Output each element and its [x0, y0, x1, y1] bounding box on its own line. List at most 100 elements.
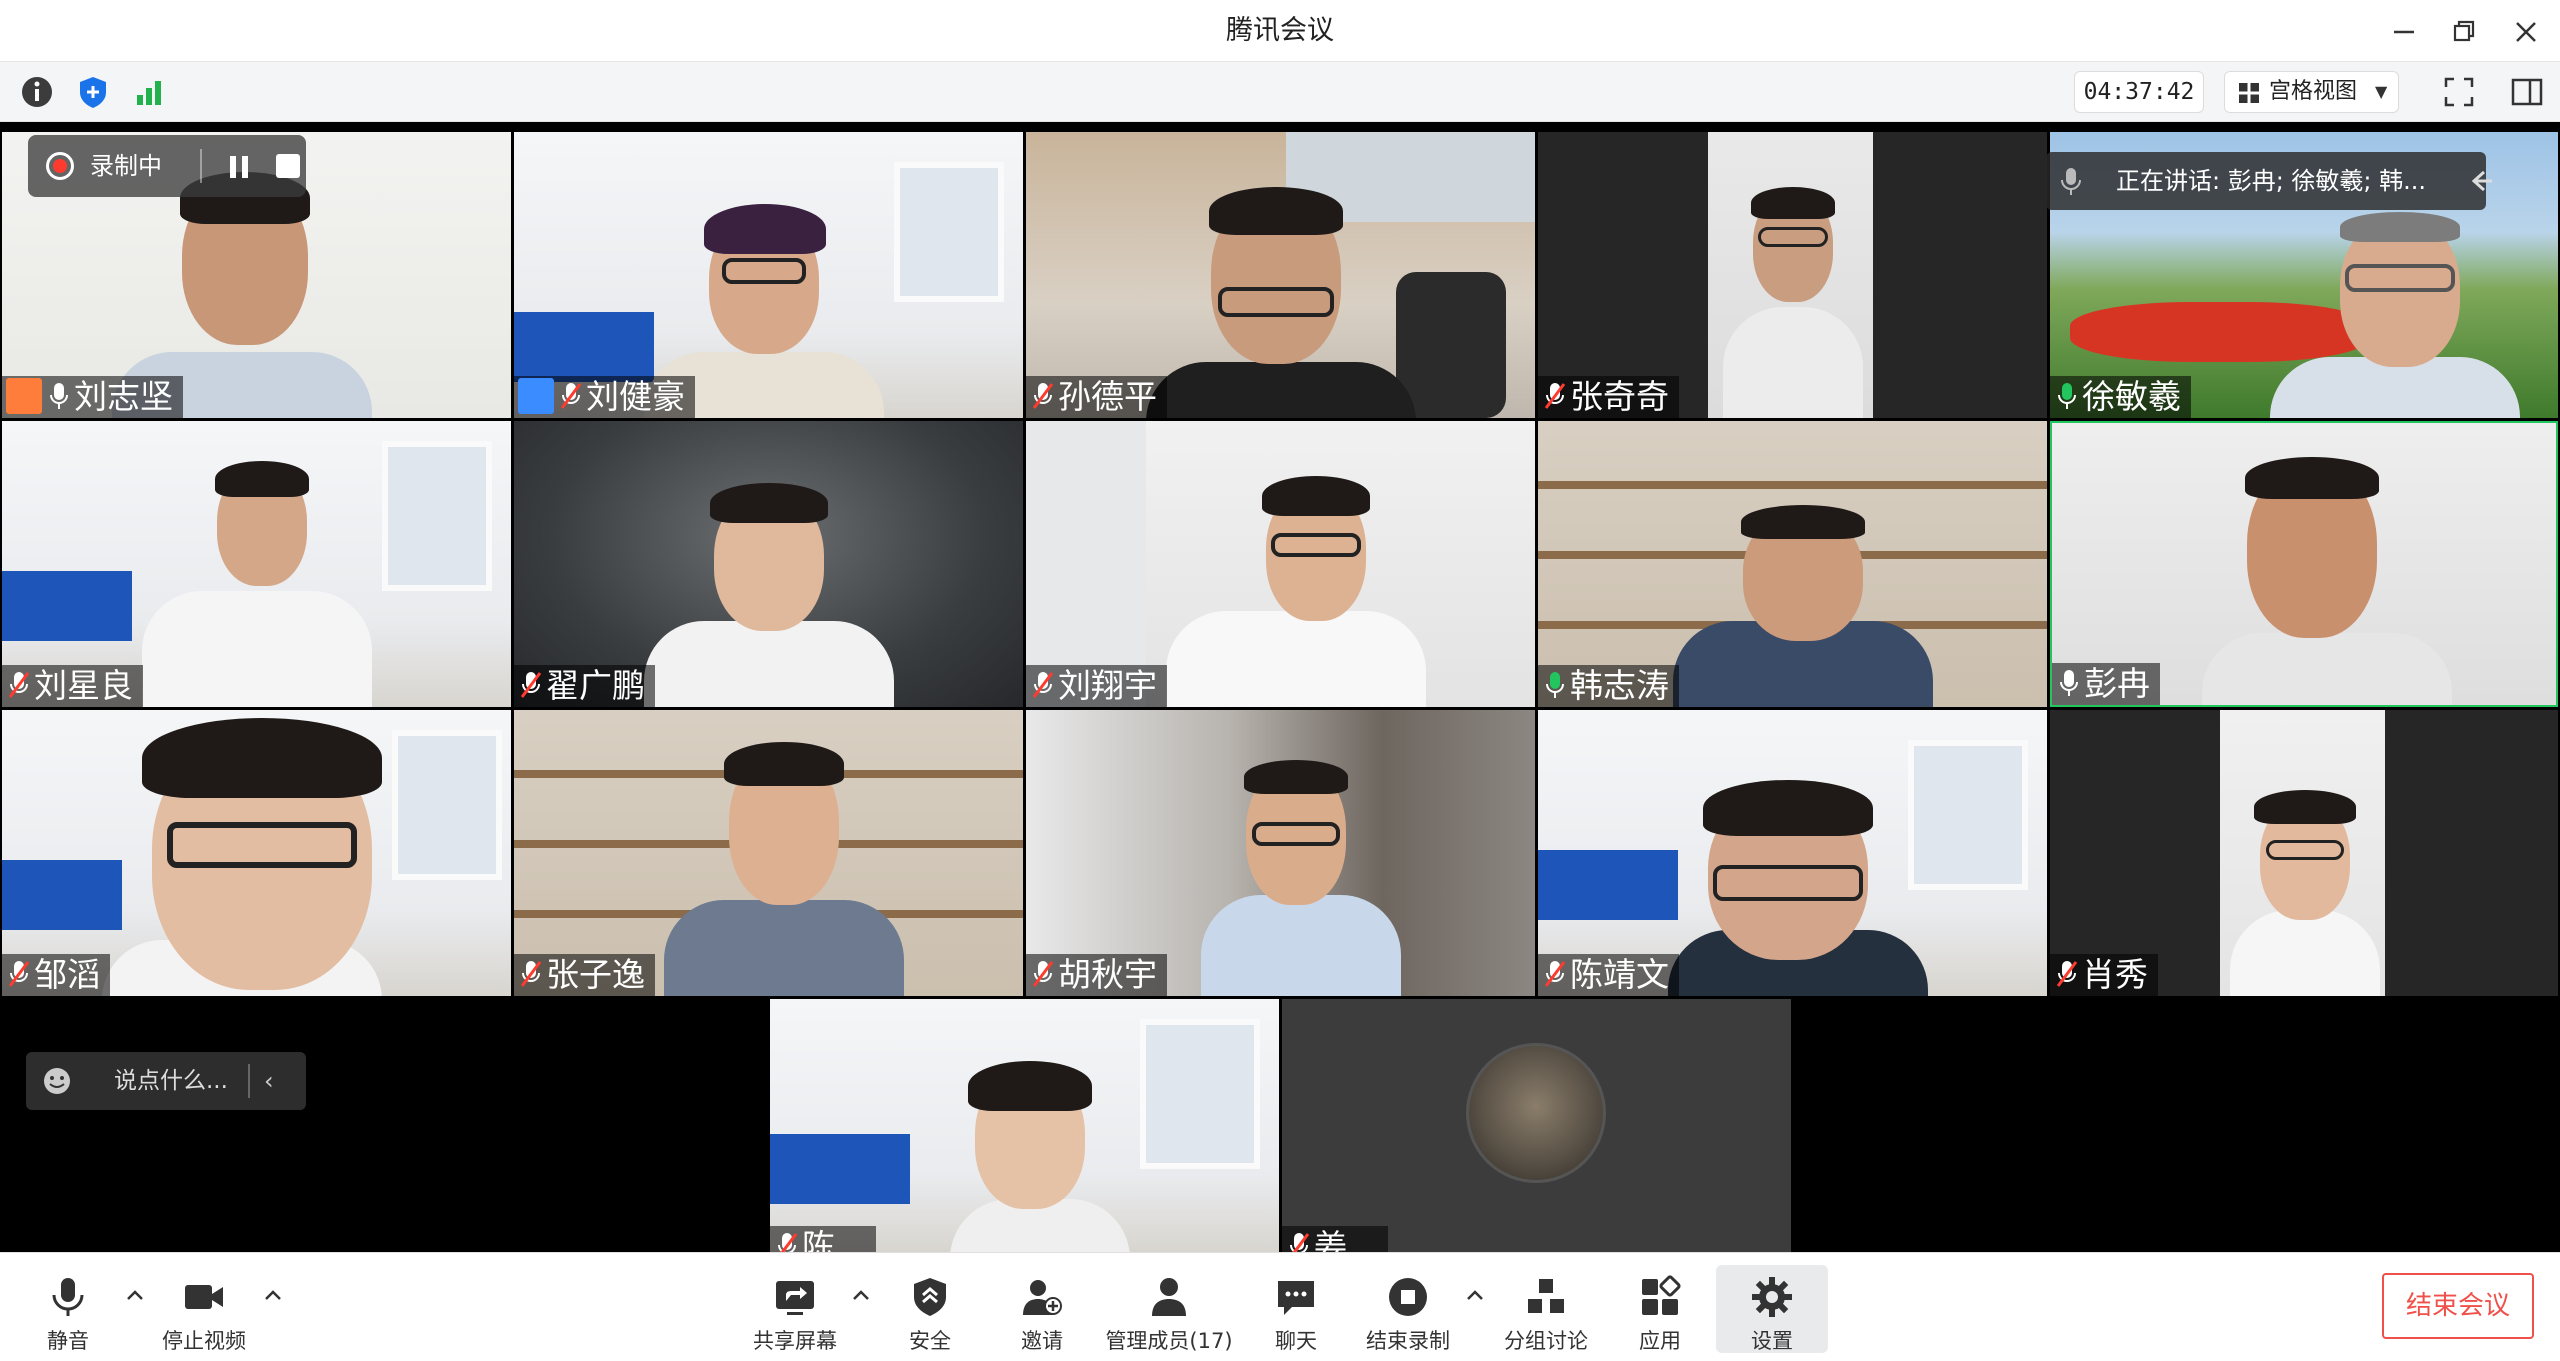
breakout-button[interactable]: 分组讨论: [1496, 1253, 1596, 1361]
mic-muted-icon: [2056, 960, 2078, 987]
video-tile[interactable]: 陈...: [770, 999, 1279, 1252]
video-tile[interactable]: 张奇奇: [1538, 132, 2047, 418]
video-tile[interactable]: 刘翔宇: [1026, 421, 1535, 707]
video-tile[interactable]: 韩志涛: [1538, 421, 2047, 707]
speaking-banner: 正在讲话: 彭冉; 徐敏羲; 韩...: [2046, 152, 2492, 210]
participant-name-label: 刘翔宇: [1026, 665, 1167, 707]
video-tile[interactable]: 张子逸: [514, 710, 1023, 996]
fullscreen-icon[interactable]: [2440, 73, 2478, 111]
mic-muted-icon: [1544, 960, 1566, 987]
add-user-icon: [1020, 1275, 1064, 1319]
shield-icon: [908, 1275, 952, 1319]
mic-speaking-icon: [1546, 671, 1564, 698]
participant-name-label: 肖秀: [2050, 954, 2158, 996]
video-tile[interactable]: 孙德平: [1026, 132, 1535, 418]
participant-name-label: 陈靖文: [1538, 954, 1679, 996]
mic-muted-icon: [8, 671, 30, 698]
gear-icon: [1750, 1275, 1794, 1319]
mic-muted-icon: [1290, 1232, 1310, 1252]
recording-label: 录制中: [90, 152, 162, 180]
security-button[interactable]: 安全: [880, 1253, 980, 1361]
stop-icon[interactable]: [276, 154, 300, 178]
chat-quick-input[interactable]: 说点什么... ‹: [26, 1052, 306, 1110]
participant-name-label: 翟广鹏: [514, 665, 655, 707]
participant-name-label: 刘志坚: [2, 376, 183, 418]
grid-view-icon: [2239, 83, 2259, 103]
chat-icon: [1274, 1275, 1318, 1319]
mic-muted-icon: [1032, 671, 1054, 698]
window-title: 腾讯会议: [1226, 15, 1334, 46]
view-mode-label: 宫格视图: [2269, 79, 2358, 104]
meeting-toolbar: 静音 停止视频 共享屏幕 安全 邀请 管理成员(17) 聊天 结束录制 分组讨论…: [0, 1252, 2560, 1360]
host-icon: [6, 377, 42, 414]
video-tile[interactable]: 刘健豪: [514, 132, 1023, 418]
participant-name-label: 胡秋宇: [1026, 954, 1167, 996]
collapse-arrow-icon[interactable]: [2466, 166, 2496, 196]
meeting-info-bar: 04:37:42 宫格视图 ▼: [0, 62, 2560, 122]
chat-placeholder[interactable]: 说点什么...: [114, 1052, 228, 1110]
video-tile[interactable]: 胡秋宇: [1026, 710, 1535, 996]
view-mode-dropdown[interactable]: 宫格视图 ▼: [2224, 71, 2399, 113]
mic-muted-icon: [1032, 960, 1054, 987]
share-screen-icon: [773, 1275, 817, 1319]
participant-name-label: 张奇奇: [1538, 376, 1679, 418]
mic-muted-icon: [1544, 382, 1566, 409]
sidebar-toggle-icon[interactable]: [2508, 73, 2546, 111]
chevron-left-icon[interactable]: ‹: [264, 1052, 274, 1110]
participant-name-label: 姜...: [1282, 1226, 1389, 1252]
info-icon[interactable]: [18, 73, 56, 111]
speaking-text: 正在讲话: 彭冉; 徐敏羲; 韩...: [2116, 167, 2427, 195]
video-tile[interactable]: 翟广鹏: [514, 421, 1023, 707]
microphone-icon: [50, 382, 68, 409]
mic-muted-icon: [778, 1232, 798, 1252]
chevron-up-icon[interactable]: [124, 1285, 146, 1307]
participant-name-label: 韩志涛: [1538, 665, 1679, 707]
end-recording-button[interactable]: 结束录制: [1358, 1253, 1458, 1361]
members-icon: [1147, 1275, 1191, 1319]
recording-dot-icon: [46, 152, 74, 180]
mic-muted-icon: [8, 960, 30, 987]
participant-name-label: 刘星良: [2, 665, 143, 707]
signal-icon[interactable]: [130, 73, 168, 111]
minimize-icon[interactable]: [2384, 12, 2424, 52]
shield-icon[interactable]: [74, 73, 112, 111]
chevron-down-icon: ▼: [2375, 82, 2388, 101]
recording-indicator[interactable]: 录制中: [28, 135, 306, 197]
mute-button[interactable]: 静音: [18, 1253, 118, 1361]
mic-muted-icon: [1032, 382, 1054, 409]
video-tile[interactable]: 陈靖文: [1538, 710, 2047, 996]
participant-name-label: 陈...: [770, 1226, 877, 1252]
manage-members-button[interactable]: 管理成员(17): [1100, 1253, 1238, 1361]
microphone-icon: [2061, 168, 2081, 195]
microphone-icon: [46, 1275, 90, 1319]
participant-name-label: 彭冉: [2052, 663, 2160, 705]
breakout-rooms-icon: [1524, 1275, 1568, 1319]
pause-icon[interactable]: [226, 154, 252, 180]
video-tile[interactable]: 刘星良: [2, 421, 511, 707]
chevron-up-icon[interactable]: [1464, 1285, 1486, 1307]
video-grid: 刘志坚 刘健豪 孙德平 张奇奇 徐敏羲 刘星良 翟广鹏 刘翔宇 韩志涛 彭冉 邹…: [0, 122, 2560, 1252]
video-tile[interactable]: 肖秀: [2050, 710, 2558, 996]
title-bar: 腾讯会议: [0, 0, 2560, 62]
emoji-icon[interactable]: [42, 1066, 72, 1096]
restore-icon[interactable]: [2444, 12, 2484, 52]
video-tile-active-speaker[interactable]: 彭冉: [2050, 421, 2558, 707]
video-tile[interactable]: 邹滔: [2, 710, 511, 996]
avatar: [1466, 1043, 1606, 1183]
settings-button[interactable]: 设置: [1722, 1253, 1822, 1361]
video-tile-camera-off[interactable]: 姜...: [1282, 999, 1791, 1252]
stop-video-button[interactable]: 停止视频: [148, 1253, 260, 1361]
close-icon[interactable]: [2506, 12, 2546, 52]
participant-name-label: 徐敏羲: [2050, 376, 2191, 418]
stop-record-icon: [1386, 1275, 1430, 1319]
chevron-up-icon[interactable]: [262, 1285, 284, 1307]
chat-button[interactable]: 聊天: [1246, 1253, 1346, 1361]
share-screen-button[interactable]: 共享屏幕: [740, 1253, 850, 1361]
invite-button[interactable]: 邀请: [992, 1253, 1092, 1361]
end-meeting-button[interactable]: 结束会议: [2382, 1273, 2534, 1339]
mic-muted-icon: [520, 960, 542, 987]
meeting-timer: 04:37:42: [2074, 71, 2204, 113]
microphone-icon: [2060, 669, 2078, 696]
chevron-up-icon[interactable]: [850, 1285, 872, 1307]
apps-button[interactable]: 应用: [1610, 1253, 1710, 1361]
